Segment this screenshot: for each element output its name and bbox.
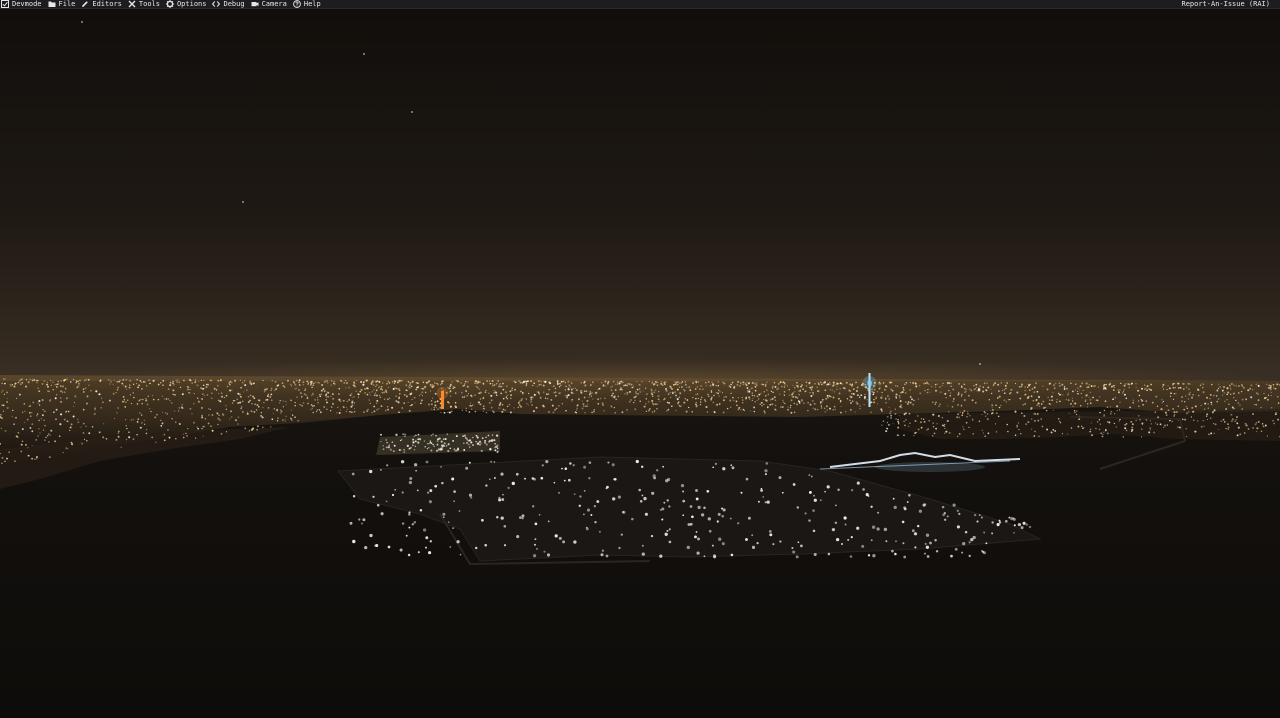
menu-file[interactable]: File [45, 0, 79, 9]
menu-editors[interactable]: Editors [78, 0, 125, 9]
gear-icon [165, 0, 174, 8]
sky [0, 9, 1280, 381]
menu-help[interactable]: Help [290, 0, 324, 9]
menu-devmode-label: Devmode [12, 0, 42, 8]
night-city-scene [0, 9, 1280, 718]
menu-file-label: File [58, 0, 76, 8]
menu-devmode[interactable]: Devmode [0, 0, 45, 9]
pencil-icon [81, 0, 89, 8]
menu-tools[interactable]: Tools [125, 0, 163, 9]
camera-icon [251, 0, 259, 8]
report-an-issue-link[interactable]: Report-An-Issue (RAI) [1181, 0, 1280, 9]
question-circle-icon [293, 0, 301, 8]
menu-editors-label: Editors [92, 0, 122, 8]
devmode-checkbox-icon [1, 0, 9, 8]
bridge-reflection [875, 462, 985, 472]
3d-viewport[interactable] [0, 9, 1280, 718]
menu-camera-label: Camera [261, 0, 287, 8]
menu-tools-label: Tools [138, 0, 160, 8]
menu-debug-label: Debug [223, 0, 245, 8]
folder-icon [48, 0, 56, 8]
menu-debug[interactable]: Debug [209, 0, 247, 9]
code-brackets-icon [212, 0, 221, 8]
menu-help-label: Help [303, 0, 321, 8]
wrench-cross-icon [128, 0, 136, 8]
menu-options-label: Options [176, 0, 207, 8]
menubar-left-group: Devmode File Editors Tools Options Debug… [0, 0, 324, 9]
menu-camera[interactable]: Camera [248, 0, 290, 9]
menu-options[interactable]: Options [163, 0, 210, 9]
devmode-menubar: Devmode File Editors Tools Options Debug… [0, 0, 1280, 9]
